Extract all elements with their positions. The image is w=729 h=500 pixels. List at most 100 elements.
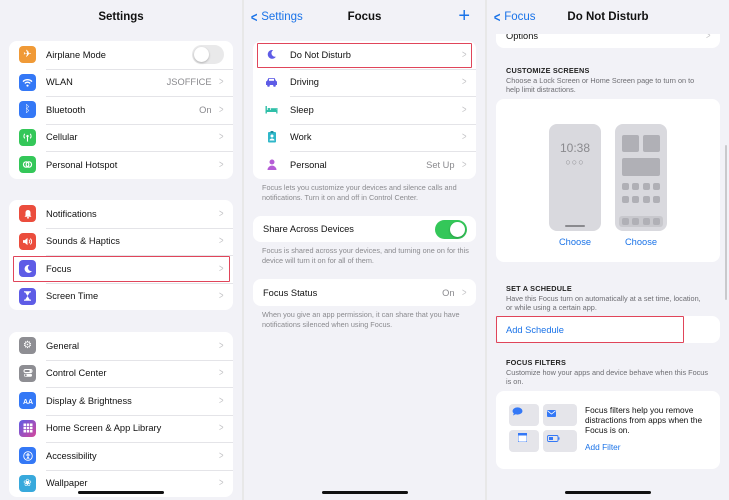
antenna-icon — [19, 128, 36, 146]
settings-row-wlan[interactable]: WLAN JSOFFICE > — [9, 68, 233, 97]
calendar-filter-icon — [509, 430, 539, 452]
lock-home-bar — [565, 225, 585, 227]
switches-icon — [19, 364, 36, 382]
scrollbar[interactable] — [725, 145, 727, 300]
chevron-right-icon: > — [461, 131, 467, 144]
focus-navbar: < Settings Focus + — [244, 0, 485, 34]
dnd-navbar: < Focus Do Not Disturb — [487, 0, 729, 34]
row-label: Wallpaper — [46, 478, 88, 489]
choose-home-screen-button[interactable]: Choose — [615, 237, 667, 247]
wifi-icon — [19, 73, 36, 91]
settings-row-focus[interactable]: Focus > — [9, 255, 233, 283]
settings-group-general: ⚙ General > Control Center > AA Display … — [9, 332, 233, 497]
add-schedule-button[interactable]: Add Schedule — [506, 325, 720, 335]
airplane-mode-toggle[interactable] — [192, 45, 224, 65]
row-label: Screen Time — [46, 291, 99, 302]
page-title: Focus — [347, 11, 382, 23]
settings-panel: Settings ✈ Airplane Mode WLAN JSOFFICE >… — [0, 0, 242, 500]
bluetooth-icon: ᛒ — [19, 101, 36, 119]
row-label: General — [46, 340, 80, 351]
chevron-right-icon: > — [218, 76, 224, 89]
hourglass-icon — [19, 287, 36, 305]
widget-circles-icon: ○○○ — [565, 157, 585, 167]
chevron-right-icon: > — [218, 422, 224, 435]
row-label: Accessibility — [46, 450, 97, 461]
gear-icon: ⚙ — [19, 337, 36, 355]
set-schedule-header: SET A SCHEDULE — [506, 284, 572, 293]
home-screen-preview[interactable] — [615, 124, 667, 231]
chevron-right-icon: > — [218, 207, 224, 220]
status-footer: When you give an app permission, it can … — [262, 310, 460, 329]
accessibility-icon — [19, 447, 36, 465]
chevron-right-icon: > — [461, 286, 467, 299]
settings-row-accessibility[interactable]: Accessibility > — [9, 442, 233, 470]
chevron-right-icon: > — [218, 449, 224, 462]
moon-icon — [19, 260, 36, 278]
lock-screen-preview[interactable]: 10:38 ○○○ — [549, 124, 601, 231]
focus-status-row[interactable]: Focus Status On > — [253, 279, 476, 306]
add-focus-button[interactable]: + — [458, 6, 470, 26]
choose-lock-screen-button[interactable]: Choose — [549, 237, 601, 247]
chevron-right-icon: > — [218, 158, 224, 171]
set-schedule-description: Have this Focus turn on automatically at… — [506, 294, 701, 312]
settings-row-screen-time[interactable]: Screen Time > — [9, 282, 233, 311]
settings-row-notifications[interactable]: Notifications > — [9, 200, 233, 228]
display-icon: AA — [19, 392, 36, 410]
settings-group-connectivity: ✈ Airplane Mode WLAN JSOFFICE > ᛒ Blueto… — [9, 41, 233, 179]
row-label: Do Not Disturb — [290, 49, 351, 60]
settings-row-general[interactable]: ⚙ General > — [9, 332, 233, 360]
row-label: Work — [290, 132, 312, 143]
settings-row-display-brightness[interactable]: AA Display & Brightness > — [9, 387, 233, 415]
page-title: Settings — [98, 11, 144, 23]
focus-status-value: On — [442, 287, 455, 298]
row-label: Personal Hotspot — [46, 159, 118, 170]
settings-row-sounds-haptics[interactable]: Sounds & Haptics > — [9, 227, 233, 256]
settings-row-personal-hotspot[interactable]: Personal Hotspot > — [9, 151, 233, 179]
bell-icon — [19, 205, 36, 223]
chevron-right-icon: > — [218, 477, 224, 490]
chevron-right-icon: > — [218, 290, 224, 303]
home-indicator — [78, 490, 164, 494]
row-label: Personal — [290, 159, 327, 170]
settings-row-cellular[interactable]: Cellular > — [9, 123, 233, 152]
home-indicator — [321, 490, 408, 494]
row-label: Cellular — [46, 132, 78, 143]
schedule-group: Add Schedule — [496, 316, 720, 343]
row-label: Focus — [46, 263, 72, 274]
settings-row-home-screen[interactable]: Home Screen & App Library > — [9, 414, 233, 443]
row-label: WLAN — [46, 77, 73, 88]
focus-row-work[interactable]: Work > — [253, 123, 476, 152]
add-filter-button[interactable]: Add Filter — [585, 442, 621, 452]
settings-group-notifications: Notifications > Sounds & Haptics > Focus… — [9, 200, 233, 310]
settings-navbar: Settings — [0, 0, 242, 34]
settings-row-airplane-mode[interactable]: ✈ Airplane Mode — [9, 41, 233, 69]
grid-icon — [19, 419, 36, 437]
focus-row-personal[interactable]: Personal Set Up > — [253, 151, 476, 179]
row-label: Sleep — [290, 104, 314, 115]
focus-modes-footer: Focus lets you customize your devices an… — [262, 183, 457, 202]
add-schedule-row[interactable]: Add Schedule — [496, 316, 720, 343]
focus-filters-text: Focus filters help you remove distractio… — [585, 405, 703, 435]
share-across-devices-toggle[interactable] — [435, 219, 467, 239]
home-indicator — [565, 490, 651, 494]
focus-filters-description: Customize how your apps and device behav… — [506, 368, 708, 386]
settings-row-control-center[interactable]: Control Center > — [9, 359, 233, 388]
chevron-right-icon: > — [461, 76, 467, 89]
focus-row-do-not-disturb[interactable]: Do Not Disturb > — [253, 41, 476, 69]
chevron-right-icon: > — [218, 339, 224, 352]
share-across-devices-row: Share Across Devices — [253, 216, 476, 242]
chevron-right-icon: > — [218, 367, 224, 380]
focus-row-sleep[interactable]: Sleep > — [253, 96, 476, 124]
row-label: Driving — [290, 77, 319, 88]
chevron-right-icon: > — [218, 103, 224, 116]
chevron-right-icon: > — [461, 103, 467, 116]
bluetooth-value: On — [199, 104, 212, 115]
personal-value: Set Up — [426, 159, 455, 170]
dnd-panel: < Focus Do Not Disturb Options > CUSTOMI… — [487, 0, 729, 500]
focus-row-driving[interactable]: Driving > — [253, 68, 476, 97]
airplane-icon: ✈ — [19, 46, 36, 64]
page-title: Do Not Disturb — [567, 11, 649, 23]
chevron-right-icon: > — [461, 158, 467, 171]
settings-row-bluetooth[interactable]: ᛒ Bluetooth On > — [9, 96, 233, 124]
row-label: Focus Status — [263, 287, 318, 298]
